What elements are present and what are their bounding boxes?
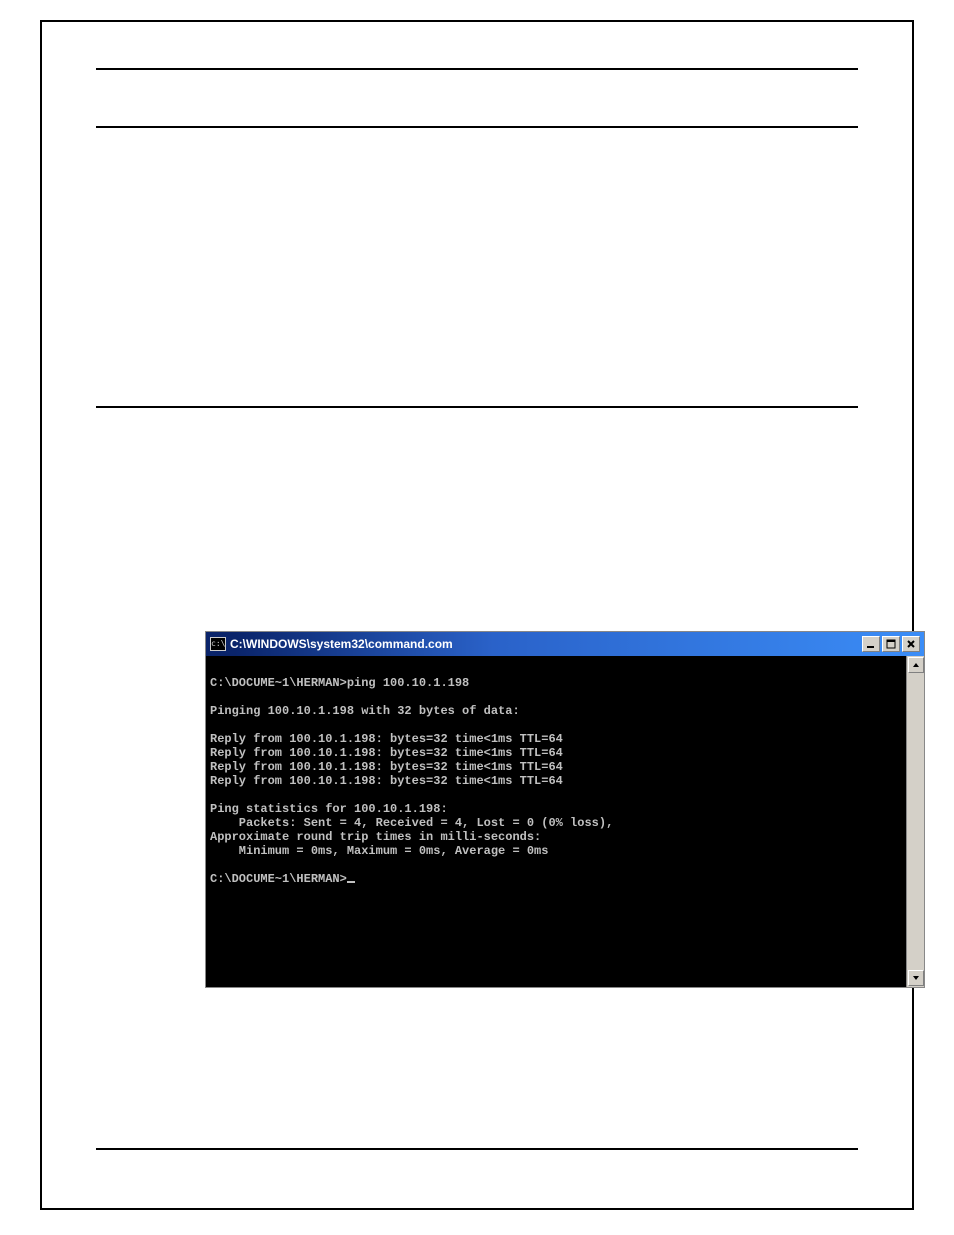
chevron-down-icon (912, 974, 920, 982)
terminal-output[interactable]: C:\DOCUME~1\HERMAN>ping 100.10.1.198 Pin… (210, 662, 904, 983)
close-icon (906, 639, 916, 649)
window-controls (862, 636, 920, 652)
scroll-up-button[interactable] (908, 657, 924, 673)
chevron-up-icon (912, 661, 920, 669)
command-prompt-window: C:\WINDOWS\system32\command.com C:\DOCUM… (205, 631, 925, 988)
header-rule-bottom (96, 126, 858, 128)
maximize-icon (886, 639, 896, 649)
terminal-body: C:\DOCUME~1\HERMAN>ping 100.10.1.198 Pin… (206, 656, 924, 987)
scrollbar[interactable] (906, 656, 924, 987)
minimize-icon (866, 639, 876, 649)
section-rule (96, 406, 858, 408)
window-title: C:\WINDOWS\system32\command.com (230, 637, 862, 651)
cmd-icon (210, 637, 226, 651)
page-border (40, 20, 914, 1210)
scroll-down-button[interactable] (908, 970, 924, 986)
titlebar[interactable]: C:\WINDOWS\system32\command.com (206, 632, 924, 656)
header-rule-top (96, 68, 858, 70)
footer-rule (96, 1148, 858, 1150)
minimize-button[interactable] (862, 636, 880, 652)
maximize-button[interactable] (882, 636, 900, 652)
close-button[interactable] (902, 636, 920, 652)
